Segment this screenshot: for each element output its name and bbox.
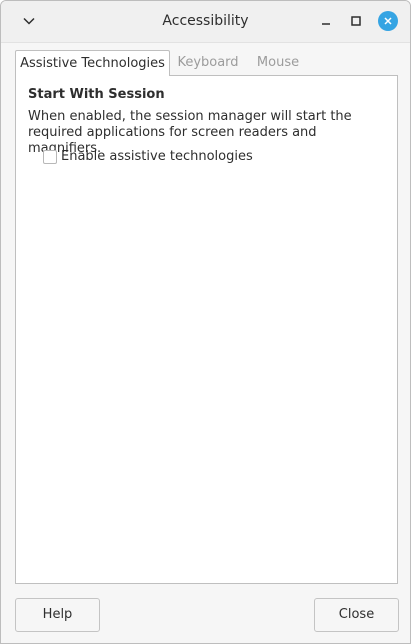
minimize-button[interactable] — [316, 11, 336, 31]
section-title: Start With Session — [28, 87, 165, 102]
accessibility-window: Accessibility Assistive Technologies Key… — [0, 0, 411, 644]
maximize-icon — [351, 16, 361, 26]
titlebar: Accessibility — [1, 1, 410, 43]
tab-assistive-technologies[interactable]: Assistive Technologies — [15, 50, 170, 76]
help-button[interactable]: Help — [15, 598, 100, 632]
tab-notebook: Assistive Technologies Keyboard Mouse St… — [15, 50, 398, 584]
close-icon — [384, 17, 392, 25]
enable-assistive-label[interactable]: Enable assistive technologies — [61, 149, 253, 164]
assistive-technologies-page: Start With Session When enabled, the ses… — [15, 75, 398, 584]
minimize-icon — [322, 23, 330, 25]
window-close-button[interactable] — [378, 11, 398, 31]
tab-keyboard[interactable]: Keyboard — [171, 50, 245, 75]
maximize-button[interactable] — [346, 11, 366, 31]
tab-mouse[interactable]: Mouse — [248, 50, 308, 75]
close-button[interactable]: Close — [314, 598, 399, 632]
enable-assistive-checkbox[interactable] — [43, 149, 57, 164]
enable-assistive-checkbox-row[interactable]: Enable assistive technologies — [43, 149, 253, 164]
